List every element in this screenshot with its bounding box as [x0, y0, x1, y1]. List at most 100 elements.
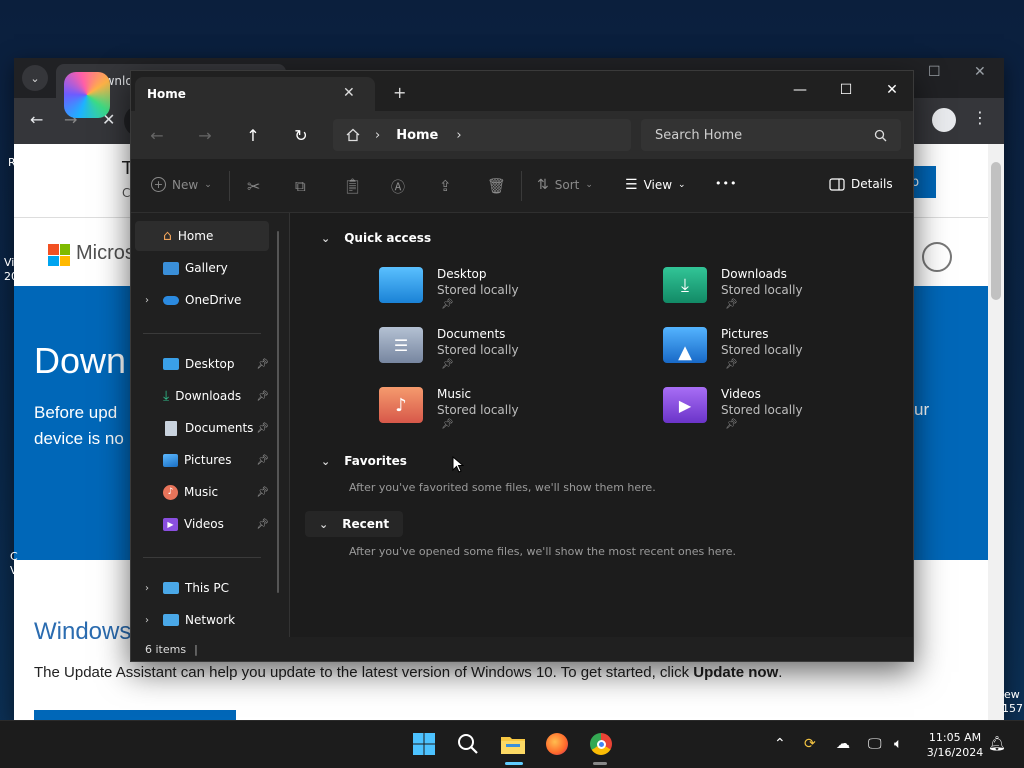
search-input[interactable]: Search Home	[641, 119, 901, 151]
tab-search-dropdown[interactable]: ⌄	[22, 65, 48, 91]
microsoft-logo-icon[interactable]	[48, 244, 70, 266]
search-icon	[874, 129, 887, 142]
section-title: Favorites	[344, 454, 407, 468]
quick-access-documents[interactable]: ☰ Documents Stored locally 📌︎	[379, 327, 639, 383]
notification-bell-icon[interactable]: 🔔︎	[988, 736, 1006, 752]
hero-subtitle: Before upd device is no	[34, 400, 124, 452]
firefox-icon[interactable]	[543, 730, 571, 758]
volume-muted-icon[interactable]: 🔈︎	[894, 736, 902, 752]
section-title: Quick access	[344, 231, 432, 245]
show-hidden-icons-chevron-up-icon[interactable]: ⌃	[774, 736, 786, 752]
pin-icon[interactable]: 📌︎	[256, 359, 269, 370]
home-icon: ⌂	[163, 228, 172, 244]
cut-icon[interactable]: ✂	[247, 177, 260, 196]
sync-icon[interactable]: ⟳	[804, 736, 816, 752]
close-button[interactable]: ✕	[869, 75, 913, 105]
pin-icon[interactable]: 📌︎	[256, 519, 269, 530]
chevron-right-icon[interactable]: ›	[145, 583, 149, 594]
account-icon[interactable]	[922, 242, 952, 272]
start-windows-icon[interactable]	[410, 730, 438, 758]
browser-close-icon[interactable]: ✕	[974, 64, 986, 80]
system-clock[interactable]: 11:05 AM 3/16/2024	[920, 730, 990, 760]
quick-access-pictures[interactable]: ▲ Pictures Stored locally 📌︎	[663, 327, 913, 383]
more-options-icon[interactable]: •••	[715, 177, 737, 190]
share-icon[interactable]: ⇪	[439, 177, 452, 195]
item-status: Stored locally	[437, 343, 519, 357]
recent-empty-message: After you've opened some files, we'll sh…	[349, 545, 737, 558]
paste-icon[interactable]: 📋︎	[343, 177, 362, 195]
chevron-down-icon[interactable]: ⌄	[321, 232, 330, 245]
sort-icon: ⇅	[537, 177, 549, 193]
new-button[interactable]: + New ⌄	[151, 177, 212, 192]
tab-close-icon[interactable]: ✕	[343, 85, 355, 101]
address-bar[interactable]: › Home ›	[333, 119, 631, 151]
chevron-right-icon[interactable]: ›	[145, 295, 149, 306]
nav-item-pictures[interactable]: Pictures 📌︎	[135, 445, 269, 475]
quick-access-downloads[interactable]: ⤓ Downloads Stored locally 📌︎	[663, 267, 913, 323]
section-favorites[interactable]: ⌄ Favorites	[321, 454, 407, 468]
up-arrow-icon[interactable]: ↑	[239, 124, 267, 146]
nav-item-onedrive[interactable]: › OneDrive	[135, 285, 269, 315]
minimize-button[interactable]: —	[777, 75, 823, 105]
profile-avatar-icon[interactable]	[932, 108, 956, 132]
pin-icon[interactable]: 📌︎	[256, 455, 269, 466]
pin-icon[interactable]: 📌︎	[256, 487, 269, 498]
browser-scroll-thumb[interactable]	[991, 162, 1001, 300]
nav-label: Gallery	[185, 261, 228, 275]
pin-icon[interactable]: 📌︎	[256, 423, 269, 434]
breadcrumb-chevron-icon[interactable]: ›	[375, 128, 380, 143]
browser-maximize-icon[interactable]: ☐	[928, 64, 941, 80]
pin-icon[interactable]: 📌︎	[256, 391, 269, 402]
nav-item-gallery[interactable]: Gallery	[135, 253, 269, 283]
section-quick-access[interactable]: ⌄ Quick access	[321, 231, 431, 245]
refresh-icon[interactable]: ↻	[287, 124, 315, 146]
details-button[interactable]: Details	[829, 177, 893, 191]
chrome-icon[interactable]	[587, 730, 615, 758]
item-name: Downloads	[721, 267, 787, 281]
desktop-fragment: Vi	[4, 256, 15, 269]
copilot-logo-icon	[64, 72, 110, 118]
nav-scrollbar[interactable]	[277, 231, 279, 593]
section-recent[interactable]: ⌄ Recent	[305, 511, 404, 537]
item-count: 6 items	[145, 642, 187, 656]
chevron-down-icon[interactable]: ⌄	[321, 455, 330, 468]
nav-item-home[interactable]: ⌂ Home	[135, 221, 269, 251]
nav-item-this-pc[interactable]: › This PC	[135, 573, 269, 603]
browser-back-icon[interactable]: ←	[30, 110, 43, 129]
quick-access-videos[interactable]: ▶ Videos Stored locally 📌︎	[663, 387, 913, 443]
nav-label: Downloads	[175, 389, 242, 403]
delete-icon[interactable]: 🗑︎	[487, 177, 506, 195]
back-arrow-icon[interactable]: ←	[143, 124, 171, 146]
nav-item-documents[interactable]: Documents 📌︎	[135, 413, 269, 443]
nav-item-desktop[interactable]: Desktop 📌︎	[135, 349, 269, 379]
quick-access-desktop[interactable]: Desktop Stored locally 📌︎	[379, 267, 639, 323]
forward-arrow-icon[interactable]: →	[191, 124, 219, 146]
search-icon[interactable]	[454, 730, 482, 758]
new-tab-icon[interactable]: +	[393, 83, 406, 102]
rename-icon[interactable]: Ⓐ	[391, 177, 405, 197]
breadcrumb-chevron-icon[interactable]: ›	[456, 128, 461, 143]
nav-item-downloads[interactable]: ⤓ Downloads 📌︎	[135, 381, 269, 411]
nav-item-videos[interactable]: ▶ Videos 📌︎	[135, 509, 269, 539]
onedrive-cloud-icon[interactable]: ☁	[836, 736, 850, 752]
network-display-icon[interactable]: 🖵︎	[868, 736, 882, 752]
browser-menu-icon[interactable]: ⋮	[972, 108, 988, 127]
update-now-button[interactable]	[34, 710, 236, 720]
breadcrumb-home[interactable]: Home	[396, 128, 438, 143]
quick-access-music[interactable]: ♪ Music Stored locally 📌︎	[379, 387, 639, 443]
active-app-indicator	[505, 762, 523, 765]
update-now-link[interactable]: Update now	[693, 664, 778, 681]
item-status: Stored locally	[437, 403, 519, 417]
sort-button[interactable]: ⇅ Sort ⌄	[537, 177, 593, 193]
copy-icon[interactable]: ⧉	[295, 177, 306, 195]
nav-item-music[interactable]: ♪ Music 📌︎	[135, 477, 269, 507]
chevron-down-icon[interactable]: ⌄	[319, 518, 328, 531]
file-explorer-taskbar-icon[interactable]	[499, 730, 527, 758]
explorer-tab-home[interactable]: Home	[135, 77, 375, 111]
home-icon[interactable]	[345, 127, 361, 143]
nav-item-network[interactable]: › Network	[135, 605, 269, 635]
desktop-fragment: R	[8, 156, 16, 169]
chevron-right-icon[interactable]: ›	[145, 615, 149, 626]
maximize-button[interactable]: ☐	[823, 75, 869, 105]
view-button[interactable]: ☰ View ⌄	[625, 177, 686, 193]
